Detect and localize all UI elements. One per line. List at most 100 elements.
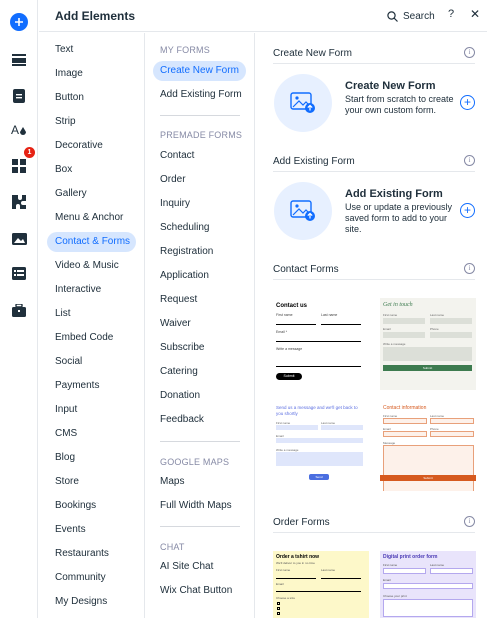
sub-maps[interactable]: Maps [153,472,191,492]
category-image[interactable]: Image [47,64,136,84]
category-cms[interactable]: CMS [47,424,136,444]
search-button[interactable]: Search [387,8,435,24]
template-label: First name [383,563,398,567]
svg-text:A: A [11,123,19,137]
info-icon[interactable]: i [464,155,475,166]
template-field [430,332,472,338]
info-icon[interactable]: i [464,47,475,58]
existing-form-title[interactable]: Add Existing Form [345,188,443,200]
category-blog[interactable]: Blog [47,448,136,468]
template-field [276,591,361,592]
category-list[interactable]: List [47,304,136,324]
category-button[interactable]: Button [47,88,136,108]
category-contact-forms[interactable]: Contact & Forms [47,232,136,252]
help-icon[interactable]: ? [448,8,454,20]
menus-icon[interactable] [0,47,38,73]
template-field [430,418,474,424]
category-my-designs[interactable]: My Designs [47,592,136,612]
apps-icon[interactable]: 1 [0,147,38,179]
category-store[interactable]: Store [47,472,136,492]
template-field [430,431,474,437]
category-menu-anchor[interactable]: Menu & Anchor [47,208,136,228]
category-interactive[interactable]: Interactive [47,280,136,300]
sub-scheduling[interactable]: Scheduling [153,218,216,238]
category-events[interactable]: Events [47,520,136,540]
close-icon[interactable]: ✕ [470,7,480,21]
sub-donation[interactable]: Donation [153,386,207,406]
template-label: Last name [321,568,336,572]
sub-ai-site-chat[interactable]: AI Site Chat [153,557,220,577]
contact-form-template-1[interactable]: Contact us First name Last name Email * … [273,298,369,390]
template-label: Email * [276,330,288,334]
category-input[interactable]: Input [47,400,136,420]
pages-icon[interactable] [0,83,38,109]
template-label: Write a message [383,342,406,346]
template-field [383,418,427,424]
section-title: Add Existing Form [273,156,355,167]
category-video-music[interactable]: Video & Music [47,256,136,276]
business-icon[interactable] [0,297,38,323]
create-form-illustration[interactable] [274,74,332,132]
info-icon[interactable]: i [464,516,475,527]
category-embed-code[interactable]: Embed Code [47,328,136,348]
order-form-template-1[interactable]: Order a tshirt now We'll deliver to you … [273,551,369,618]
sub-contact[interactable]: Contact [153,146,201,166]
sub-application[interactable]: Application [153,266,216,286]
add-icon[interactable] [0,9,38,35]
cms-icon[interactable] [0,260,38,286]
media-icon[interactable] [0,226,38,252]
sub-request[interactable]: Request [153,290,204,310]
sub-inquiry[interactable]: Inquiry [153,194,197,214]
category-gallery[interactable]: Gallery [47,184,136,204]
contact-form-template-3[interactable]: Send us a message and we'll get back to … [273,403,369,491]
category-community[interactable]: Community [47,568,136,588]
subcategory-list: MY FORMS Create New Form Add Existing Fo… [146,33,255,618]
template-button: Submit [383,365,472,371]
panel-header: Add Elements Search ? ✕ [39,0,487,32]
template-field [321,578,361,579]
sub-add-existing-form[interactable]: Add Existing Form [153,85,249,105]
section-add-existing-form: Add Existing Form i [273,152,475,172]
order-form-template-2[interactable]: Digital print order form First name Last… [380,551,476,618]
template-field [430,318,472,324]
template-label: Phone [430,327,439,331]
sub-catering[interactable]: Catering [153,362,205,382]
create-form-title[interactable]: Create New Form [345,80,435,92]
existing-form-illustration[interactable] [274,182,332,240]
template-field [383,445,474,491]
section-title: Create New Form [273,48,352,59]
add-create-form-button[interactable]: + [460,95,475,110]
category-social[interactable]: Social [47,352,136,372]
sub-order[interactable]: Order [153,170,193,190]
sub-subscribe[interactable]: Subscribe [153,338,211,358]
category-text[interactable]: Text [47,40,136,60]
section-header-chat: CHAT [160,542,185,552]
template-button: Send [309,474,329,480]
sub-registration[interactable]: Registration [153,242,220,262]
category-strip[interactable]: Strip [47,112,136,132]
category-box[interactable]: Box [47,160,136,180]
category-payments[interactable]: Payments [47,376,136,396]
create-form-description: Start from scratch to create your own cu… [345,94,454,115]
existing-form-description: Use or update a previously saved form to… [345,202,453,234]
template-field [430,568,473,574]
template-label: First name [276,313,293,317]
sub-waiver[interactable]: Waiver [153,314,198,334]
contact-form-template-2[interactable]: Get in touch First name Last name Email … [380,298,476,390]
sub-wix-chat-button[interactable]: Wix Chat Button [153,581,239,601]
category-decorative[interactable]: Decorative [47,136,136,156]
template-field [383,332,425,338]
theme-icon[interactable]: A [0,117,38,143]
add-existing-form-button[interactable]: + [460,203,475,218]
category-restaurants[interactable]: Restaurants [47,544,136,564]
template-field [276,341,361,342]
sub-feedback[interactable]: Feedback [153,410,211,430]
template-field [276,366,361,367]
sub-create-new-form[interactable]: Create New Form [153,61,246,81]
category-bookings[interactable]: Bookings [47,496,136,516]
sub-full-width-maps[interactable]: Full Width Maps [153,496,239,516]
template-field [383,347,472,361]
info-icon[interactable]: i [464,263,475,274]
template-field [276,438,363,443]
plugins-icon[interactable] [0,189,38,215]
